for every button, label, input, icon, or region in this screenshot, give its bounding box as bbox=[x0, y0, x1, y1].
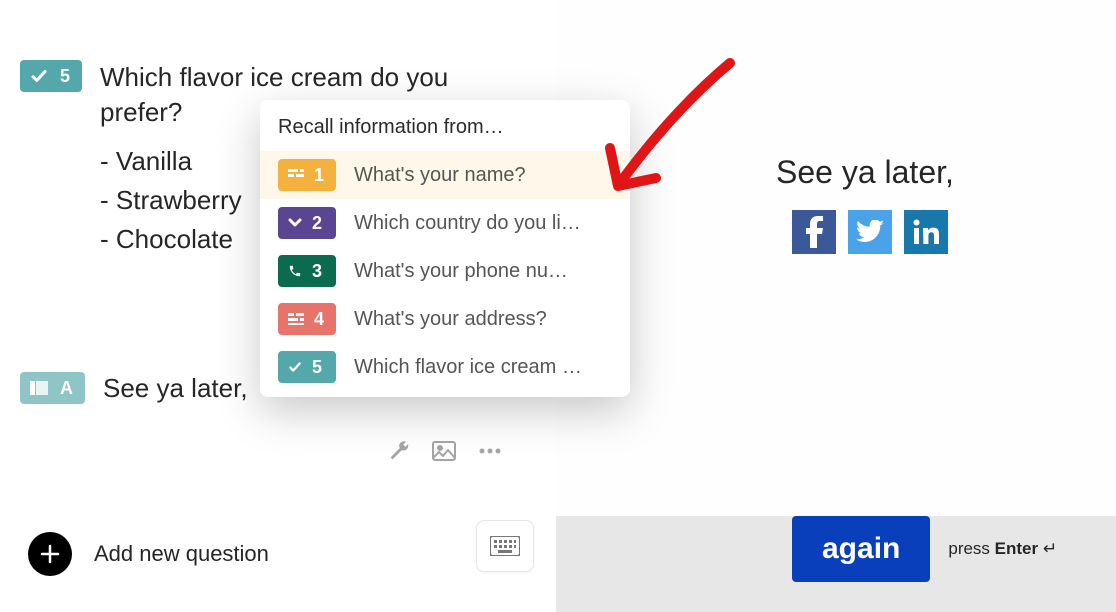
again-area: again press Enter ↵ bbox=[792, 516, 1057, 582]
recall-item-1-label: What's your name? bbox=[354, 164, 612, 187]
add-question-button[interactable] bbox=[28, 532, 72, 576]
check-icon bbox=[288, 360, 302, 374]
plus-icon bbox=[40, 544, 60, 564]
linkedin-button[interactable] bbox=[904, 210, 948, 254]
keyboard-button[interactable] bbox=[476, 520, 534, 572]
recall-item-3-badge: 3 bbox=[278, 255, 336, 287]
facebook-icon bbox=[802, 216, 826, 248]
recall-item-4-label: What's your address? bbox=[354, 308, 612, 331]
question-5-badge: 5 bbox=[20, 60, 82, 92]
ending-row[interactable]: A See ya later, bbox=[20, 372, 248, 404]
recall-item-5-label: Which flavor ice cream … bbox=[354, 356, 612, 379]
press-enter-hint: press Enter ↵ bbox=[948, 539, 1057, 559]
recall-popover-title: Recall information from… bbox=[260, 116, 630, 151]
recall-item-2[interactable]: 2 Which country do you li… bbox=[260, 199, 630, 247]
linkedin-icon bbox=[913, 219, 939, 245]
image-icon[interactable] bbox=[432, 441, 456, 461]
recall-item-2-badge: 2 bbox=[278, 207, 336, 239]
recall-item-2-label: Which country do you li… bbox=[354, 212, 612, 235]
recall-item-4-badge: 4 bbox=[278, 303, 336, 335]
phone-icon bbox=[288, 264, 302, 278]
short-text-icon bbox=[288, 169, 304, 181]
facebook-button[interactable] bbox=[792, 210, 836, 254]
recall-item-5-badge: 5 bbox=[278, 351, 336, 383]
question-5-number: 5 bbox=[60, 66, 70, 87]
more-icon[interactable] bbox=[478, 447, 502, 455]
twitter-icon bbox=[856, 220, 884, 244]
wrench-icon[interactable] bbox=[388, 440, 410, 462]
ending-badge-letter: A bbox=[60, 378, 73, 399]
recall-item-5[interactable]: 5 Which flavor ice cream … bbox=[260, 343, 630, 391]
check-icon bbox=[30, 67, 48, 85]
recall-item-1-badge: 1 bbox=[278, 159, 336, 191]
social-row bbox=[792, 210, 948, 254]
recall-item-3[interactable]: 3 What's your phone nu… bbox=[260, 247, 630, 295]
twitter-button[interactable] bbox=[848, 210, 892, 254]
recall-item-3-label: What's your phone nu… bbox=[354, 260, 612, 283]
chevron-down-icon bbox=[288, 218, 302, 228]
again-button[interactable]: again bbox=[792, 516, 930, 582]
recall-item-1[interactable]: 1 What's your name? bbox=[260, 151, 630, 199]
preview-title: See ya later, bbox=[776, 154, 954, 191]
add-question-label: Add new question bbox=[94, 541, 269, 567]
add-question-row[interactable]: Add new question bbox=[28, 532, 269, 576]
recall-popover: Recall information from… 1 What's your n… bbox=[260, 100, 630, 397]
recall-item-4[interactable]: 4 What's your address? bbox=[260, 295, 630, 343]
layout-icon bbox=[30, 381, 48, 395]
ending-badge: A bbox=[20, 372, 85, 404]
toolbar bbox=[388, 440, 502, 462]
address-icon bbox=[288, 313, 304, 325]
keyboard-icon bbox=[490, 536, 520, 556]
ending-text: See ya later, bbox=[103, 373, 248, 404]
